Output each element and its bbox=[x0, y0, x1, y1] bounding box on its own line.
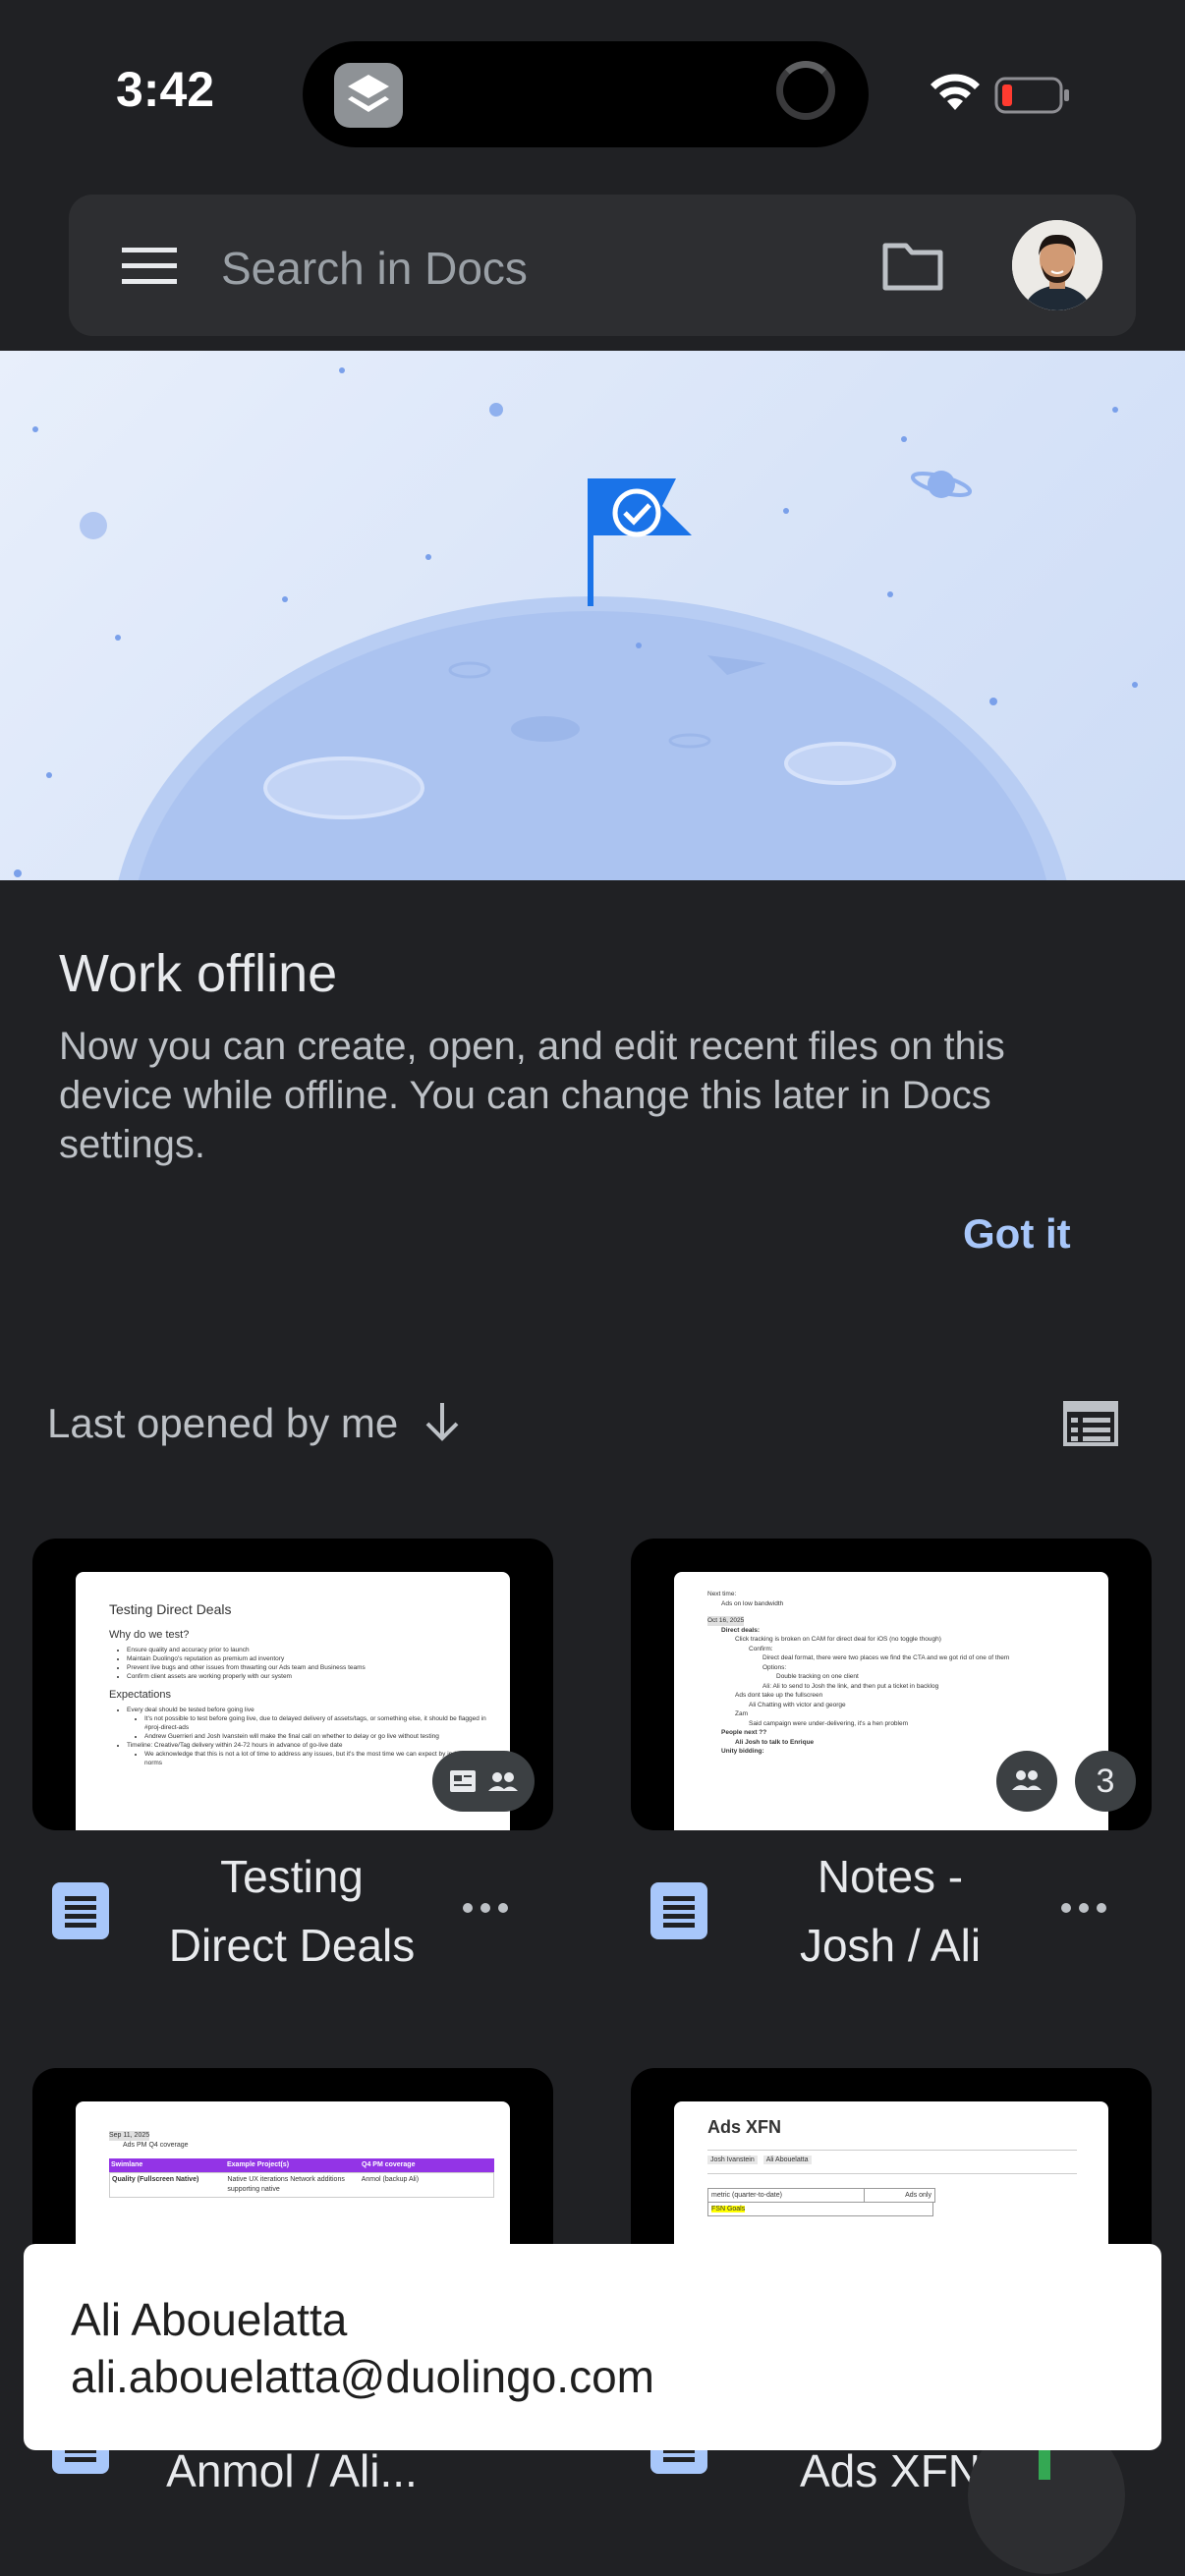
doc-title-line: Direct Deals bbox=[168, 1920, 416, 1971]
google-docs-icon bbox=[650, 1882, 707, 1939]
menu-icon[interactable] bbox=[122, 248, 177, 285]
account-name: Ali Abouelatta bbox=[71, 2294, 348, 2345]
account-toast bbox=[24, 2244, 1161, 2450]
preview-date: Sep 11, 2025 bbox=[109, 2131, 150, 2141]
list-view-icon[interactable] bbox=[1063, 1401, 1118, 1446]
google-docs-icon bbox=[52, 1882, 109, 1939]
shared-icon bbox=[996, 1751, 1057, 1812]
preview-line: Click tracking is broken on CAM for dire… bbox=[735, 1636, 941, 1643]
offline-shared-chip bbox=[432, 1751, 535, 1812]
preview-table-cell: Anmol (backup Ali) bbox=[361, 2176, 420, 2183]
preview-bullet: Ads PM Q4 coverage bbox=[123, 2142, 189, 2149]
preview-line: Direct deal format, there were two place… bbox=[762, 1654, 1010, 1661]
activity-ring-icon bbox=[776, 61, 835, 120]
doc-title[interactable]: Notes - Josh / Ali bbox=[723, 1842, 1057, 1980]
preview-table-cell: Swimlane bbox=[111, 2161, 143, 2168]
preview-line: Direct deals: bbox=[721, 1626, 761, 1634]
more-options-icon[interactable] bbox=[460, 1898, 511, 1918]
preview-section: Expectations bbox=[109, 1689, 171, 1701]
preview-heading: Ads XFN bbox=[707, 2117, 782, 2137]
offline-title: Work offline bbox=[59, 944, 338, 1003]
layers-app-icon bbox=[334, 63, 403, 128]
preview-chip: Ali Abouelatta bbox=[762, 2156, 812, 2164]
preview-line: Confirm: bbox=[749, 1645, 773, 1652]
doc-card-thumbnail[interactable]: Testing Direct Deals Why do we test? Ens… bbox=[32, 1539, 553, 1830]
preview-bullet: Confirm client assets are working proper… bbox=[127, 1672, 488, 1681]
preview-line: Ads dont take up the fullscreen bbox=[735, 1692, 823, 1699]
doc-title-line: Testing bbox=[220, 1851, 364, 1902]
preview-line: Said campaign were under-delivering, it'… bbox=[749, 1719, 909, 1727]
doc-title-line: Josh / Ali bbox=[799, 1920, 982, 1971]
preview-table-cell: Native UX iterations Network additions s… bbox=[227, 2176, 345, 2193]
preview-table-cell: Ads only bbox=[905, 2192, 931, 2199]
preview-table-cell: Quality (Fullscreen Native) bbox=[112, 2176, 199, 2183]
more-options-icon[interactable] bbox=[1058, 1898, 1109, 1918]
preview-table-header: Swimlane Example Project(s) Q4 PM covera… bbox=[109, 2158, 494, 2172]
collaborator-count-badge: 3 bbox=[1075, 1751, 1136, 1812]
account-avatar[interactable] bbox=[1012, 220, 1102, 310]
preview-bullet: Ensure quality and accuracy prior to lau… bbox=[127, 1646, 488, 1654]
doc-title[interactable]: Testing Direct Deals bbox=[125, 1842, 459, 1980]
preview-line: Double tracking on one client bbox=[776, 1673, 859, 1680]
preview-line: People next ?? bbox=[721, 1729, 767, 1736]
preview-table-cell: Example Project(s) bbox=[227, 2161, 290, 2168]
doc-card-thumbnail[interactable]: Next time: Ads on low bandwidth Oct 16, … bbox=[631, 1539, 1152, 1830]
preview-table-cell: Q4 PM coverage bbox=[362, 2161, 416, 2168]
preview-chips: Josh Ivanstein Ali Abouelatta bbox=[707, 2150, 1077, 2164]
preview-chip: Josh Ivanstein bbox=[707, 2156, 758, 2164]
preview-heading: Testing Direct Deals bbox=[109, 1601, 232, 1617]
wifi-icon bbox=[928, 71, 983, 114]
preview-line: Zam bbox=[735, 1710, 748, 1717]
offline-illustration bbox=[0, 351, 1185, 880]
preview-bullet: Timeline: Creative/Tag delivery within 2… bbox=[127, 1741, 488, 1750]
preview-bullet: Andrew Guerrieri and Josh Ivanstein will… bbox=[144, 1732, 488, 1741]
preview-line: Ali Chatting with victor and george bbox=[749, 1701, 846, 1708]
arrow-down-icon[interactable] bbox=[423, 1400, 462, 1443]
sort-selector[interactable]: Last opened by me bbox=[47, 1400, 398, 1447]
offline-available-icon bbox=[450, 1770, 518, 1792]
preview-line: Options: bbox=[762, 1663, 787, 1671]
preview-line: Ali: Ali to send to Josh the link, and t… bbox=[762, 1682, 939, 1690]
account-email: ali.abouelatta@duolingo.com bbox=[71, 2351, 654, 2402]
preview-table: metric (quarter-to-date) Ads only FSN Go… bbox=[707, 2173, 1077, 2216]
preview-highlight: FSN Goals bbox=[711, 2206, 746, 2212]
preview-line: Next time: bbox=[707, 1591, 737, 1597]
battery-icon bbox=[994, 77, 1073, 114]
preview-section: Why do we test? bbox=[109, 1629, 190, 1641]
preview-bullet: It's not possible to test before going l… bbox=[144, 1714, 488, 1732]
status-time: 3:42 bbox=[116, 62, 215, 117]
preview-table-row: Quality (Fullscreen Native) Native UX it… bbox=[109, 2172, 494, 2198]
preview-table-cell: metric (quarter-to-date) bbox=[708, 2189, 865, 2202]
preview-line: Oct 16, 2025 bbox=[707, 1616, 745, 1626]
preview-bullet: Prevent live bugs and other issues from … bbox=[127, 1663, 488, 1672]
offline-description: Now you can create, open, and edit recen… bbox=[59, 1025, 1005, 1166]
preview-line: Ali Josh to talk to Enrique bbox=[735, 1738, 815, 1746]
sort-label: Last opened by me bbox=[47, 1400, 399, 1446]
folder-icon[interactable] bbox=[882, 240, 943, 291]
got-it-button[interactable]: Got it bbox=[963, 1210, 1071, 1258]
preview-bullet: Every deal should be tested before going… bbox=[127, 1706, 488, 1714]
doc-title-line: Notes - bbox=[817, 1851, 964, 1902]
preview-bullet: Maintain Duolingo's reputation as premiu… bbox=[127, 1654, 488, 1663]
preview-line: Ads on low bandwidth bbox=[721, 1599, 784, 1607]
search-input[interactable]: Search in Docs bbox=[221, 242, 528, 295]
